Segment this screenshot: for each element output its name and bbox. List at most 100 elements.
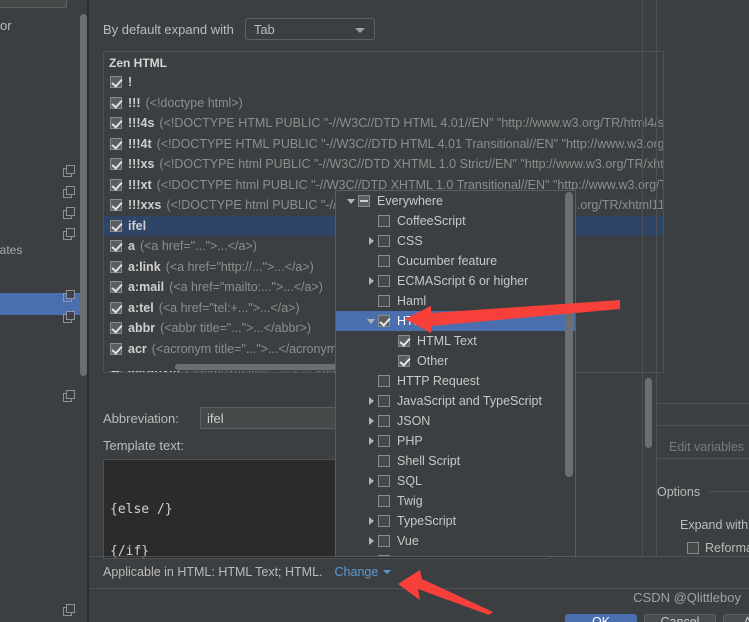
chevron-right-icon[interactable] xyxy=(364,237,378,245)
context-popup-item-label: JSON xyxy=(397,414,431,428)
options-group-label: Options xyxy=(657,485,706,499)
context-popup-item[interactable]: Twig xyxy=(336,491,575,511)
context-popup-checkbox[interactable] xyxy=(378,395,390,407)
template-row-abbreviation: acr xyxy=(128,341,147,356)
chevron-right-icon[interactable] xyxy=(364,277,378,285)
template-row-checkbox[interactable] xyxy=(110,158,122,171)
context-popup-item-label: XML xyxy=(397,554,423,556)
context-popup-item[interactable]: Cucumber feature xyxy=(336,251,575,271)
context-popup-checkbox[interactable] xyxy=(378,475,390,487)
template-row-checkbox[interactable] xyxy=(110,76,122,89)
context-popup-item[interactable]: Shell Script xyxy=(336,451,575,471)
template-row[interactable]: !!!xs (<!DOCTYPE html PUBLIC "-//W3C//DTD… xyxy=(104,154,663,175)
context-popup-item-label: Other xyxy=(417,354,449,368)
chevron-right-icon[interactable] xyxy=(364,397,378,405)
chevron-right-icon[interactable] xyxy=(364,517,378,525)
context-popup-item-label: SQL xyxy=(397,474,423,488)
chevron-down-icon[interactable] xyxy=(364,319,378,324)
sidebar-divider xyxy=(87,0,88,622)
template-row-checkbox[interactable] xyxy=(110,260,122,273)
chevron-right-icon[interactable] xyxy=(364,437,378,445)
context-popup-checkbox[interactable] xyxy=(378,255,390,267)
template-row-checkbox[interactable] xyxy=(110,301,122,314)
reformat-row[interactable]: Reformat according to xyxy=(687,541,749,555)
context-popup-item[interactable]: TypeScript xyxy=(336,511,575,531)
default-expand-label: By default expand with xyxy=(103,21,234,37)
change-context-link[interactable]: Change xyxy=(335,565,392,579)
context-popup-item[interactable]: XML xyxy=(336,551,575,556)
chevron-right-icon[interactable] xyxy=(364,477,378,485)
template-row-checkbox[interactable] xyxy=(110,199,122,212)
context-popup-item[interactable]: Everywhere xyxy=(336,191,575,211)
context-popup-checkbox[interactable] xyxy=(398,355,410,367)
context-popup-item-label: Twig xyxy=(397,494,423,508)
context-popup-checkbox[interactable] xyxy=(378,375,390,387)
template-row-checkbox[interactable] xyxy=(110,178,122,191)
chevron-right-icon[interactable] xyxy=(364,417,378,425)
template-row-checkbox[interactable] xyxy=(110,240,122,253)
context-popup-item[interactable]: JSON xyxy=(336,411,575,431)
context-popup-item-label: ECMAScript 6 or higher xyxy=(397,274,529,288)
expand-with-label: Expand with xyxy=(680,518,749,532)
template-row[interactable]: ! xyxy=(104,72,663,93)
template-row-description: (<!DOCTYPE html PUBLIC "-//W3C//DTD XHTM… xyxy=(159,157,663,172)
context-popup-item-label: CSS xyxy=(397,234,423,248)
template-row[interactable]: !!! (<!doctype html>) xyxy=(104,93,663,114)
context-popup-checkbox[interactable] xyxy=(378,215,390,227)
template-row-description: (<!doctype html>) xyxy=(145,95,243,110)
chevron-down-icon[interactable] xyxy=(344,199,358,204)
context-popup-checkbox[interactable] xyxy=(378,435,390,447)
template-row-abbreviation: a:link xyxy=(128,259,161,274)
context-popup-item[interactable]: PHP xyxy=(336,431,575,451)
edit-variables-button[interactable]: Edit variables xyxy=(669,440,744,454)
context-popup-checkbox[interactable] xyxy=(378,495,390,507)
template-row[interactable]: !!!4t (<!DOCTYPE HTML PUBLIC "-//W3C//DTD… xyxy=(104,134,663,155)
context-popup-checkbox[interactable] xyxy=(378,515,390,527)
template-row-checkbox[interactable] xyxy=(110,96,122,109)
context-popup-checkbox[interactable] xyxy=(378,235,390,247)
sidebar-scrollbar[interactable] xyxy=(80,14,87,376)
footer-divider-bottom xyxy=(89,588,749,589)
applicable-context-popup[interactable]: Everywhere CoffeeScript CSS Cucumber featur… xyxy=(335,190,576,557)
context-popup-item[interactable]: JavaScript and TypeScript xyxy=(336,391,575,411)
template-row-checkbox[interactable] xyxy=(110,219,122,232)
apply-button[interactable]: Apply xyxy=(723,614,749,622)
template-row-checkbox[interactable] xyxy=(110,342,122,355)
context-popup-checkbox[interactable] xyxy=(378,315,390,327)
context-popup-item[interactable]: CSS xyxy=(336,231,575,251)
context-popup-checkbox[interactable] xyxy=(378,275,390,287)
template-row[interactable]: !!!4s (<!DOCTYPE HTML PUBLIC "-//W3C//DTD… xyxy=(104,113,663,134)
template-row-abbreviation: a xyxy=(128,239,135,254)
context-popup-item[interactable]: HTTP Request xyxy=(336,371,575,391)
context-popup-item-label: JavaScript and TypeScript xyxy=(397,394,542,408)
context-popup-item[interactable]: Vue xyxy=(336,531,575,551)
cancel-button[interactable]: Cancel xyxy=(644,614,716,622)
context-popup-checkbox[interactable] xyxy=(378,295,390,307)
template-list-vscrollbar[interactable] xyxy=(645,378,652,448)
context-popup-item[interactable]: ECMAScript 6 or higher xyxy=(336,271,575,291)
template-row-description: (<!DOCTYPE HTML PUBLIC "-//W3C//DTD HTML… xyxy=(159,116,663,131)
context-popup-checkbox[interactable] xyxy=(378,415,390,427)
context-popup-item[interactable]: Haml xyxy=(336,291,575,311)
template-row-checkbox[interactable] xyxy=(110,117,122,130)
sidebar-search-field[interactable] xyxy=(0,0,67,8)
context-popup-checkbox[interactable] xyxy=(378,455,390,467)
reformat-checkbox[interactable] xyxy=(687,542,699,554)
settings-dialog: or lates By default expand with Tab Zen … xyxy=(0,0,749,622)
ok-button[interactable]: OK xyxy=(565,614,637,622)
context-popup-checkbox[interactable] xyxy=(398,335,410,347)
context-popup-item[interactable]: HTML Text xyxy=(336,331,575,351)
default-expand-combobox[interactable]: Tab xyxy=(244,18,375,40)
context-popup-item[interactable]: SQL xyxy=(336,471,575,491)
context-popup-item[interactable]: Other xyxy=(336,351,575,371)
context-popup-checkbox[interactable] xyxy=(358,195,370,207)
popup-scrollbar[interactable] xyxy=(565,192,573,477)
template-row-checkbox[interactable] xyxy=(110,281,122,294)
template-row-checkbox[interactable] xyxy=(110,322,122,335)
context-popup-checkbox[interactable] xyxy=(378,535,390,547)
chevron-right-icon[interactable] xyxy=(364,537,378,545)
context-popup-checkbox[interactable] xyxy=(378,555,390,556)
context-popup-item[interactable]: HTML xyxy=(336,311,575,331)
context-popup-item[interactable]: CoffeeScript xyxy=(336,211,575,231)
template-row-checkbox[interactable] xyxy=(110,137,122,150)
